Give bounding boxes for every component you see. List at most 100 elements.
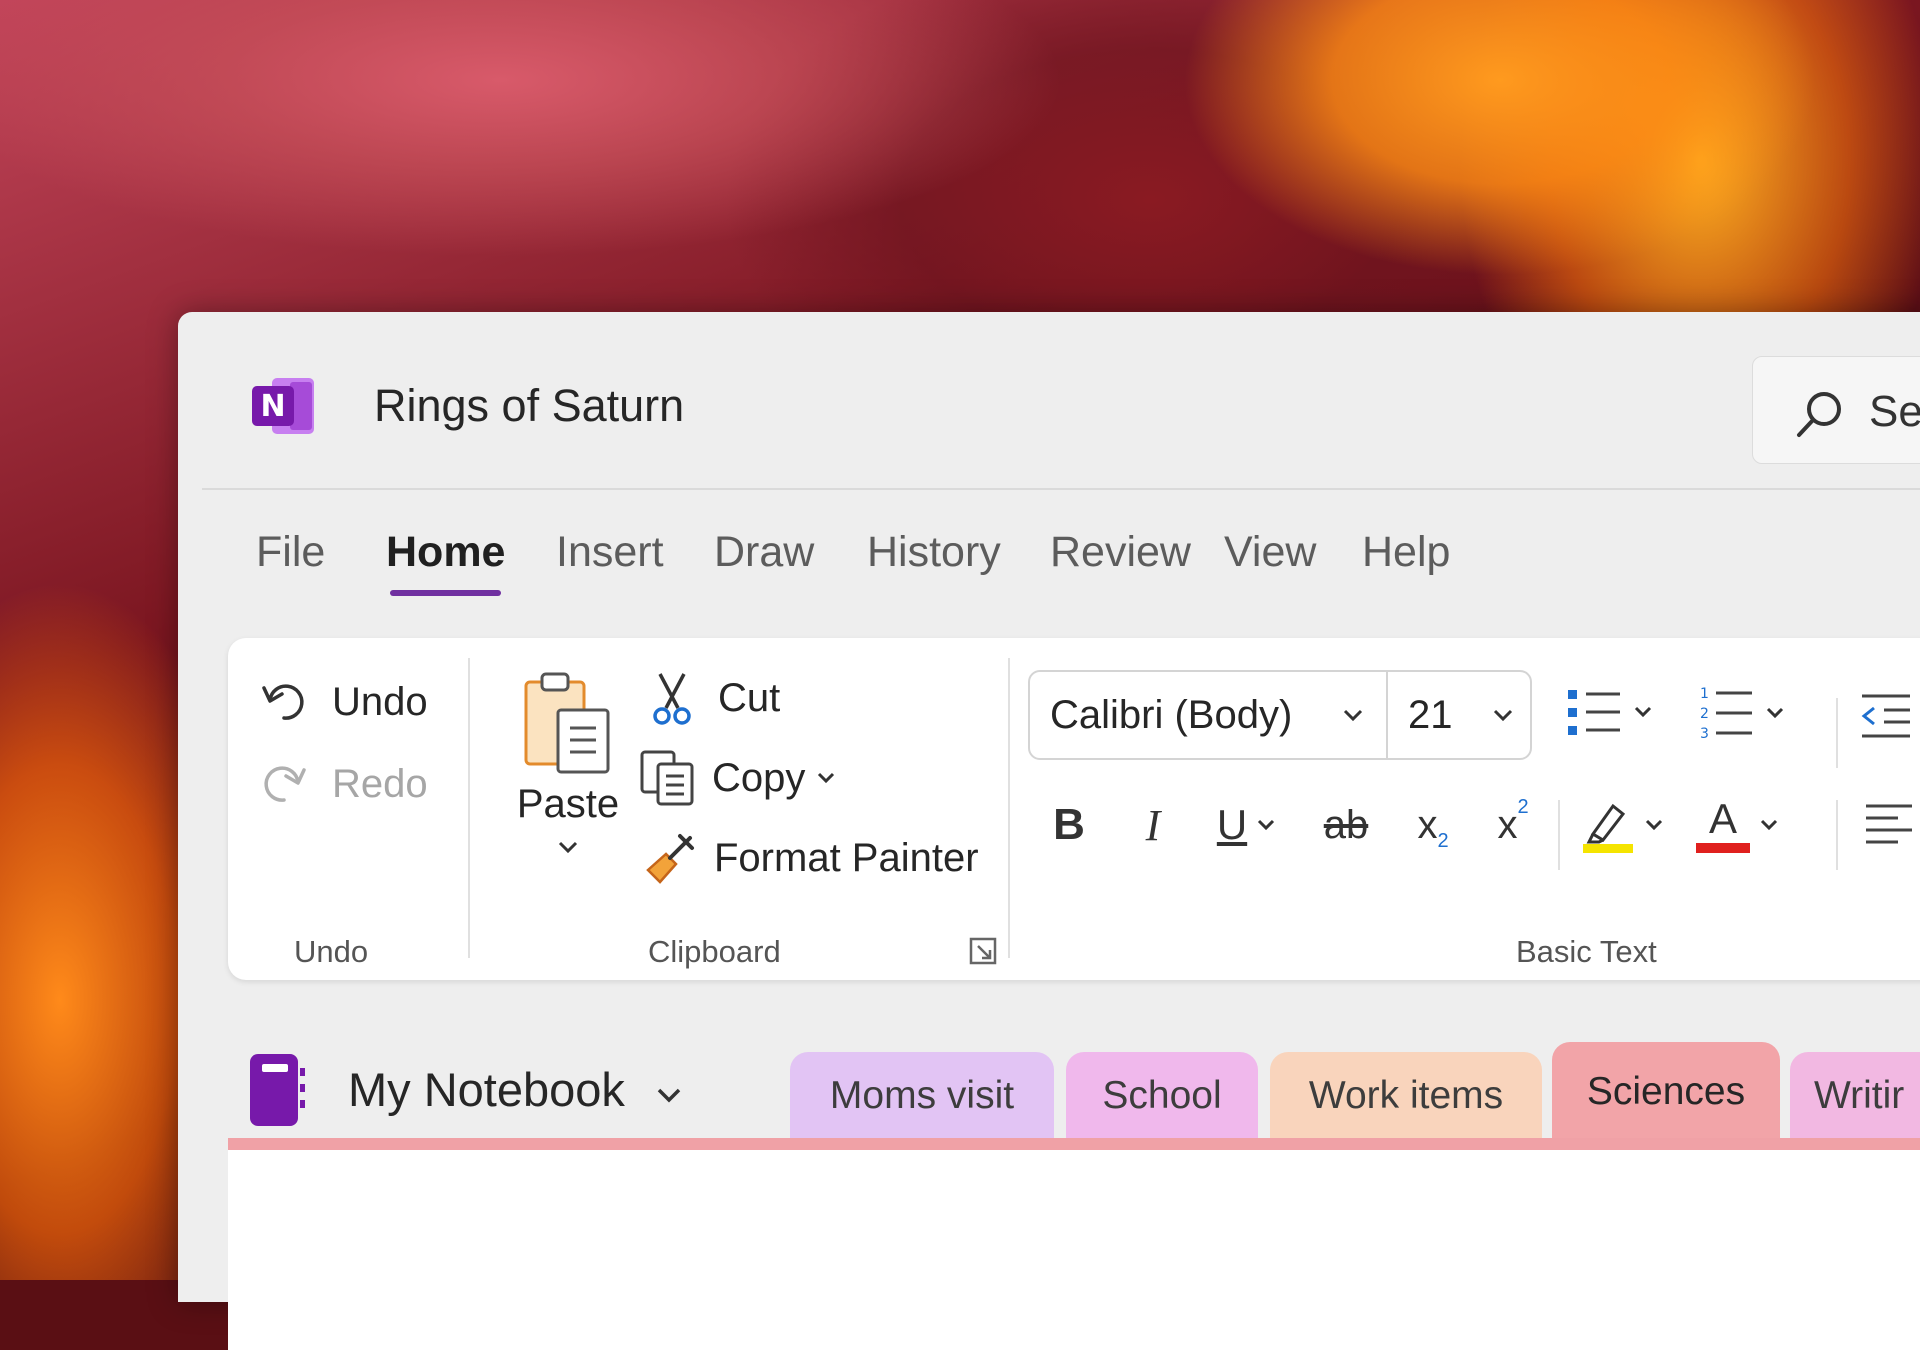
align-left-icon (1862, 800, 1916, 850)
search-box[interactable]: Se (1752, 356, 1920, 464)
font-color-icon: A (1696, 797, 1750, 853)
undo-icon (258, 676, 310, 728)
cut-button[interactable]: Cut (648, 670, 780, 726)
undo-button[interactable]: Undo (258, 676, 428, 728)
redo-icon (258, 758, 310, 810)
strikethrough-button[interactable]: ab (1306, 788, 1386, 862)
strikethrough-icon: ab (1324, 803, 1369, 848)
page-canvas[interactable] (228, 1150, 1920, 1350)
decrease-indent-icon (1858, 688, 1914, 744)
bold-icon: B (1053, 800, 1085, 850)
paste-icon (518, 668, 618, 778)
font-color-button[interactable]: A (1688, 788, 1788, 862)
font-size-chevron-down-icon (1490, 705, 1516, 725)
format-painter-label: Format Painter (714, 836, 979, 881)
copy-button[interactable]: Copy (638, 748, 837, 808)
font-color-chevron-down-icon (1758, 816, 1780, 834)
svg-text:2: 2 (1700, 706, 1709, 722)
svg-text:1: 1 (1700, 686, 1709, 702)
bullets-button[interactable] (1564, 682, 1654, 742)
italic-button[interactable]: I (1118, 788, 1188, 862)
underline-icon: U (1217, 801, 1247, 849)
dialog-launcher-icon[interactable] (968, 936, 998, 966)
onenote-window: N Rings of Saturn Se File Home Insert Dr… (178, 312, 1920, 1302)
notebook-bar: My Notebook Moms visit School Work items… (178, 1012, 1920, 1152)
format-painter-icon (642, 830, 698, 886)
font-size-value: 21 (1408, 693, 1490, 738)
numbered-list-icon: 1 2 3 (1696, 682, 1756, 744)
tab-insert[interactable]: Insert (556, 528, 664, 577)
superscript-icon: x (1497, 803, 1517, 848)
search-placeholder: Se (1869, 387, 1920, 437)
font-name-chevron-down-icon (1340, 705, 1366, 725)
subscript-icon: x (1417, 803, 1437, 848)
onenote-logo-icon: N (250, 372, 318, 440)
superscript-button[interactable]: x2 (1478, 788, 1548, 862)
title-divider (202, 488, 1920, 490)
redo-button[interactable]: Redo (258, 758, 428, 810)
underline-chevron-down-icon (1255, 816, 1277, 834)
italic-icon: I (1146, 800, 1161, 851)
copy-label: Copy (712, 756, 805, 801)
bullet-list-icon (1564, 682, 1624, 742)
notebook-icon (248, 1052, 308, 1128)
tab-view[interactable]: View (1224, 528, 1316, 577)
tab-home[interactable]: Home (386, 528, 505, 577)
bullets-chevron-down-icon (1632, 703, 1654, 721)
basic-text-group-label: Basic Text (1516, 934, 1657, 970)
format-painter-button[interactable]: Format Painter (642, 830, 979, 886)
subscript-button[interactable]: x2 (1398, 788, 1468, 862)
scissors-icon (648, 670, 696, 726)
svg-text:N: N (260, 389, 285, 424)
group-separator (1836, 698, 1838, 768)
active-section-strip (228, 1138, 1920, 1150)
tab-history[interactable]: History (867, 528, 1001, 577)
undo-group-label: Undo (294, 934, 368, 970)
section-tab-school[interactable]: School (1066, 1052, 1258, 1140)
tab-help[interactable]: Help (1362, 528, 1450, 577)
align-button[interactable] (1854, 788, 1920, 862)
paste-dropdown-chevron-icon (556, 837, 580, 857)
font-name-dropdown[interactable]: Calibri (Body) (1028, 670, 1388, 760)
notebook-chevron-down-icon (654, 1084, 684, 1106)
numbering-chevron-down-icon (1764, 704, 1786, 722)
title-bar: N Rings of Saturn Se (178, 312, 1920, 488)
highlight-chevron-down-icon (1643, 816, 1665, 834)
decrease-indent-button[interactable] (1858, 688, 1914, 744)
copy-icon (638, 748, 698, 808)
ribbon-home: Undo Redo Undo Paste (228, 638, 1920, 980)
group-separator (1008, 658, 1010, 958)
subscript-mark: 2 (1437, 830, 1448, 853)
paste-button[interactable]: Paste (508, 668, 628, 857)
font-name-value: Calibri (Body) (1050, 693, 1340, 738)
search-icon (1793, 387, 1847, 441)
group-separator (468, 658, 470, 958)
section-tab-moms-visit[interactable]: Moms visit (790, 1052, 1054, 1140)
notebook-selector[interactable]: My Notebook (348, 1062, 684, 1117)
tab-review[interactable]: Review (1050, 528, 1191, 577)
section-tab-work-items[interactable]: Work items (1270, 1052, 1542, 1140)
underline-button[interactable]: U (1202, 788, 1292, 862)
font-size-dropdown[interactable]: 21 (1386, 670, 1532, 760)
copy-dropdown-chevron-icon (815, 769, 837, 787)
numbering-button[interactable]: 1 2 3 (1696, 682, 1786, 744)
document-title: Rings of Saturn (374, 380, 684, 432)
clipboard-group-label: Clipboard (648, 934, 781, 970)
highlight-button[interactable] (1572, 788, 1672, 862)
notebook-name: My Notebook (348, 1063, 625, 1116)
paste-label: Paste (517, 782, 619, 827)
superscript-mark: 2 (1517, 796, 1528, 819)
group-separator (1836, 800, 1838, 870)
tab-draw[interactable]: Draw (714, 528, 814, 577)
active-tab-indicator (390, 590, 501, 596)
group-separator (1558, 800, 1560, 870)
tab-file[interactable]: File (256, 528, 325, 577)
undo-label: Undo (332, 680, 428, 725)
svg-text:3: 3 (1700, 726, 1709, 742)
highlighter-icon (1579, 796, 1637, 854)
redo-label: Redo (332, 762, 428, 807)
section-tab-writing[interactable]: Writir (1790, 1052, 1920, 1140)
bold-button[interactable]: B (1034, 788, 1104, 862)
section-tab-sciences[interactable]: Sciences (1552, 1042, 1780, 1142)
cut-label: Cut (718, 676, 780, 721)
